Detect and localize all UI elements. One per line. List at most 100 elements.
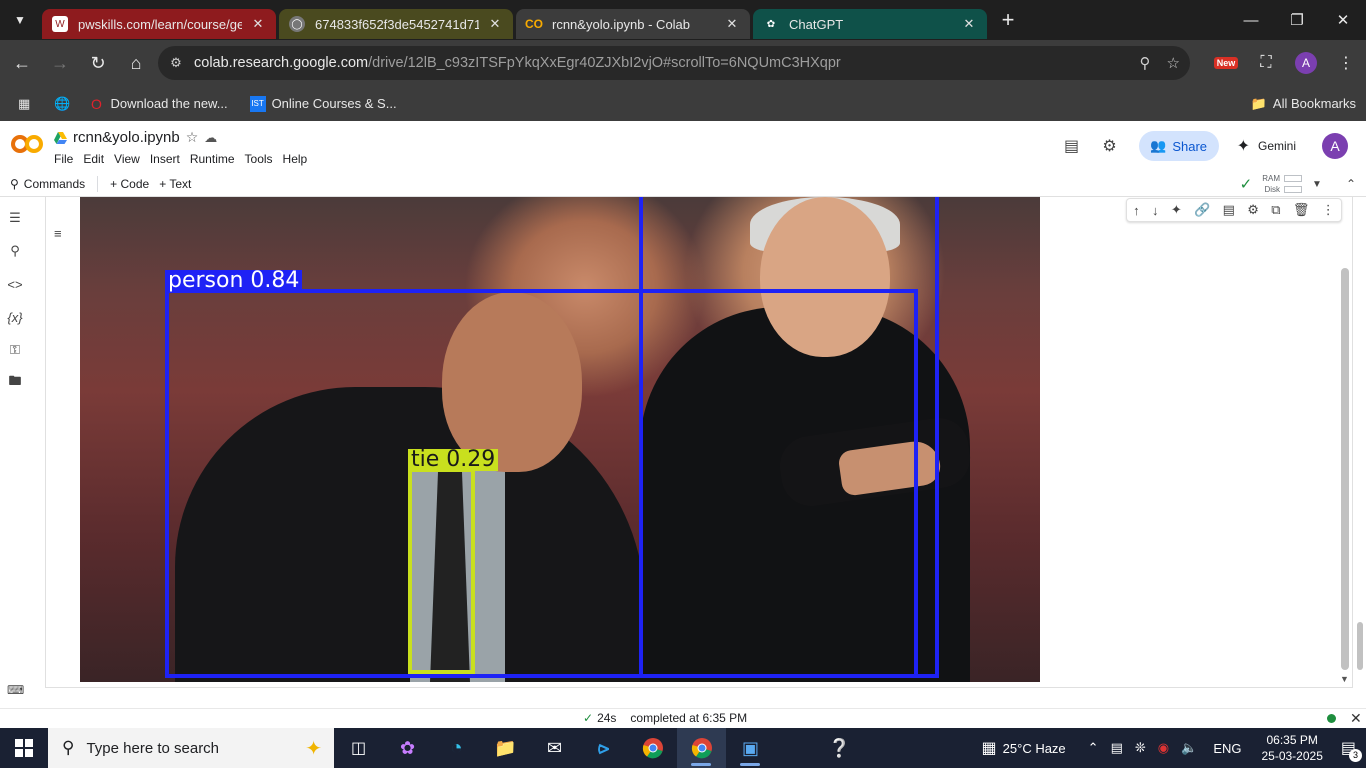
runtime-dropdown-icon[interactable]: ▼ (1312, 179, 1322, 190)
meet-now-icon[interactable]: ◉ (1158, 740, 1169, 756)
move-up-icon[interactable]: ↑ (1133, 203, 1140, 218)
settings-gear-icon[interactable]: ⚙ (1091, 136, 1129, 156)
tab-search-icon[interactable]: ▼ (5, 5, 35, 35)
delete-icon[interactable]: 🗑 (1293, 202, 1310, 218)
cloud-saved-icon[interactable]: ☁ (204, 130, 217, 146)
minimize-icon[interactable]: — (1228, 0, 1274, 40)
bookmark-online-courses[interactable]: IST Online Courses & S... (249, 95, 397, 112)
chrome-active-icon[interactable] (677, 728, 726, 768)
page-scrollbar[interactable] (1357, 622, 1363, 670)
close-tab-icon[interactable]: ✕ (724, 16, 740, 32)
close-status-icon[interactable]: ✕ (1350, 710, 1362, 727)
bookmark-star-icon[interactable]: ☆ (1167, 54, 1180, 72)
variables-icon[interactable]: {x} (6, 308, 24, 326)
bookmark-opera[interactable]: O Download the new... (88, 96, 228, 112)
terminal-icon[interactable]: ⌨ (7, 683, 24, 697)
cell-settings-icon[interactable]: ⚙ (1247, 202, 1259, 218)
windows-start-icon[interactable] (0, 728, 48, 768)
file-explorer-icon[interactable]: 📁 (481, 728, 530, 768)
all-bookmarks-button[interactable]: 📁 All Bookmarks (1251, 86, 1356, 121)
runtime-status-dot (1327, 714, 1336, 723)
notebook-title[interactable]: rcnn&yolo.ipynb (73, 129, 180, 146)
vscode-icon[interactable]: ⪧ (579, 728, 628, 768)
taskbar-search-input[interactable]: ⚲ Type here to search ✦ (48, 728, 334, 768)
menu-help[interactable]: Help (283, 152, 308, 166)
menu-insert[interactable]: Insert (150, 152, 180, 166)
restore-icon[interactable]: ❐ (1274, 0, 1320, 40)
extensions-icon[interactable]: ⛶ (1246, 54, 1286, 72)
profile-button[interactable]: A (1286, 52, 1326, 74)
site-info-icon[interactable]: ⚙ (162, 49, 190, 77)
account-avatar[interactable]: A (1322, 133, 1348, 159)
link-icon[interactable]: 🔗 (1194, 202, 1210, 218)
add-text-button[interactable]: + Text (159, 177, 191, 191)
more-options-icon[interactable]: ⋮ (1322, 202, 1335, 218)
mail-icon[interactable]: ✉ (530, 728, 579, 768)
reload-icon[interactable]: ↻ (80, 45, 116, 81)
gemini-cell-icon[interactable]: ✦ (1171, 202, 1182, 218)
execution-time[interactable]: ✓ 24s (583, 711, 616, 725)
tab-pwskills[interactable]: W pwskills.com/learn/course/gena ✕ (42, 9, 276, 39)
connected-check-icon[interactable]: ✓ (1240, 175, 1253, 193)
url-text[interactable]: colab.research.google.com/drive/12lB_c93… (194, 55, 841, 71)
weather-widget[interactable]: ▦ 25°C Haze (982, 738, 1066, 758)
menu-runtime[interactable]: Runtime (190, 152, 235, 166)
mirror-cell-icon[interactable]: ⧉ (1271, 202, 1280, 218)
menu-edit[interactable]: Edit (83, 152, 104, 166)
menu-tools[interactable]: Tools (245, 152, 273, 166)
files-folder-icon[interactable]: 🖿 (6, 373, 24, 392)
notifications-icon[interactable]: ▤ 3 (1341, 738, 1362, 762)
output-scrollbar[interactable] (1341, 268, 1349, 670)
back-icon[interactable]: ← (4, 45, 40, 81)
colab-logo-icon[interactable] (10, 133, 44, 155)
share-button[interactable]: 👥 Share (1138, 131, 1219, 161)
zoom-icon[interactable]: ⚲ (1140, 54, 1151, 72)
edge-icon[interactable]: ◔ (432, 728, 481, 768)
secrets-key-icon[interactable]: ⚿ (6, 341, 24, 359)
tab-colab[interactable]: CO rcnn&yolo.ipynb - Colab ✕ (516, 9, 750, 39)
wifi-icon[interactable]: ❊ (1135, 740, 1146, 756)
new-feature-icon[interactable]: New (1206, 57, 1246, 69)
tab-chatgpt[interactable]: ✿ ChatGPT ✕ (753, 9, 987, 39)
forward-icon[interactable]: → (42, 45, 78, 81)
weather-icon: ▦ (981, 740, 997, 757)
table-of-contents-icon[interactable]: ☰ (6, 209, 24, 227)
output-actions-icon[interactable]: ≡ (54, 226, 70, 242)
volume-icon[interactable]: 🔈 (1181, 740, 1197, 756)
find-icon[interactable]: ⚲ (6, 242, 24, 260)
chrome-icon[interactable] (628, 728, 677, 768)
new-tab-button[interactable]: + (993, 5, 1023, 35)
language-indicator[interactable]: ENG (1213, 741, 1241, 756)
address-bar[interactable]: ⚙ colab.research.google.com/drive/12lB_c… (158, 46, 1190, 80)
star-icon[interactable]: ☆ (186, 129, 199, 146)
task-view-icon[interactable]: ◫ (334, 728, 383, 768)
apps-grid-icon[interactable]: ▦ (18, 96, 30, 112)
gemini-button[interactable]: ✦ Gemini (1237, 136, 1296, 156)
comments-icon[interactable]: ▤ (1053, 136, 1091, 156)
tie-bounding-box (408, 468, 475, 674)
show-hidden-icons-icon[interactable]: ⌃ (1088, 740, 1099, 756)
resource-meter[interactable]: RAM Disk (1262, 173, 1303, 195)
copilot-icon[interactable]: ✿ (383, 728, 432, 768)
menu-file[interactable]: File (54, 152, 73, 166)
close-tab-icon[interactable]: ✕ (961, 16, 977, 32)
scroll-down-icon[interactable]: ▼ (1340, 674, 1349, 684)
menu-view[interactable]: View (114, 152, 140, 166)
comment-icon[interactable]: ▤ (1223, 202, 1235, 218)
collapse-header-icon[interactable]: ⌃ (1346, 177, 1356, 191)
home-icon[interactable]: ⌂ (118, 45, 154, 81)
move-down-icon[interactable]: ↓ (1152, 203, 1159, 218)
clock[interactable]: 06:35 PM 25-03-2025 (1261, 732, 1322, 764)
code-snippets-icon[interactable]: <> (6, 275, 24, 293)
globe-bookmark-icon[interactable]: 🌐 (54, 96, 70, 112)
network-icon[interactable]: ▤ (1111, 740, 1123, 756)
close-tab-icon[interactable]: ✕ (487, 16, 503, 32)
commands-button[interactable]: ⚲ Commands (10, 177, 85, 191)
browser-menu-icon[interactable]: ⋮ (1326, 53, 1366, 73)
photos-icon[interactable]: ▣ (726, 728, 775, 768)
tab-pdf[interactable]: ◯ 674833f652f3de5452741d71.pd ✕ (279, 9, 513, 39)
close-window-icon[interactable]: ✕ (1320, 0, 1366, 40)
help-icon[interactable]: ❔ (815, 728, 864, 768)
close-tab-icon[interactable]: ✕ (250, 16, 266, 32)
add-code-button[interactable]: + Code (110, 177, 149, 191)
